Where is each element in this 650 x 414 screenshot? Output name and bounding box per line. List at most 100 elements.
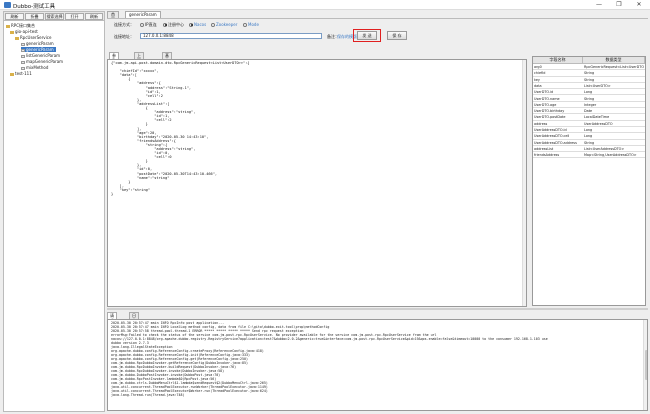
log-text[interactable]: 2020-05-30 20:57:47 main INFO RpcInfo po…	[111, 321, 548, 397]
log-scroll-thumb[interactable]	[644, 350, 647, 380]
reload-button[interactable]: 刷新	[85, 13, 103, 20]
app-icon	[4, 2, 11, 8]
field-name-cell: friendsAddress	[534, 153, 560, 158]
folder-icon	[10, 30, 14, 34]
log-pane[interactable]: 2020-05-30 20:57:47 main INFO RpcInfo po…	[107, 319, 648, 411]
field-name-header: 字段名称	[533, 57, 583, 64]
data-type-cell: String	[584, 140, 595, 145]
open-button[interactable]: 打开	[65, 13, 84, 20]
tree-item-method[interactable]: mixMethod	[21, 65, 48, 70]
radio-mode[interactable]	[243, 22, 247, 27]
log-line: java.lang.Thread.run(Thread.java:748)	[111, 393, 185, 397]
refresh-button[interactable]: 刷新	[5, 13, 24, 20]
tab-basic-info[interactable]: 基本信息	[162, 52, 172, 73]
field-name-cell: UserAddressDTO.address	[534, 140, 577, 145]
method-icon	[21, 60, 25, 64]
mode-label: 连接方式：	[114, 22, 134, 27]
tab-param-settings[interactable]: 参数设置	[109, 52, 119, 73]
field-name-cell: UserDTO.postDate	[534, 115, 566, 120]
minimize-icon[interactable]: —	[590, 0, 608, 10]
search-select-button[interactable]: 搜索选择	[45, 13, 64, 20]
close-icon[interactable]: ✕	[630, 0, 648, 10]
tab-context-info[interactable]: 上下文信息	[134, 52, 144, 78]
radio-ip-direct-label: IP直连	[145, 22, 157, 27]
maximize-icon[interactable]: ❐	[610, 0, 628, 10]
data-type-cell: String	[584, 77, 595, 82]
field-name-cell: chiefId	[534, 71, 546, 76]
tree-item-method[interactable]: mapGenericParam	[21, 59, 63, 64]
collapse-button[interactable]: 折叠	[25, 13, 44, 20]
table-row[interactable]: friendsAddress Map<String,UserAddressDTO>	[533, 152, 645, 159]
param-editor[interactable]: {"com.jm.api.post.domain.dto.RpcGenericR…	[107, 59, 527, 307]
code-line: }	[111, 192, 114, 196]
log-line: nacos://127.0.0.1:8848/org.apache.dubbo.…	[111, 337, 548, 341]
address-label: 连接地址：	[114, 34, 134, 39]
tab-home[interactable]: 首 页	[107, 11, 119, 22]
data-type-cell: UserAddressDTO	[584, 121, 613, 126]
tree-item-rpc-user-service[interactable]: RpcUserService	[15, 35, 51, 40]
main-panel: 首 页 genericParam 连接方式： IP直连 注册中心 Nacos Z…	[107, 11, 648, 412]
radio-nacos-label: Nacos	[194, 22, 207, 27]
folder-icon	[6, 24, 10, 28]
field-name-cell: UserDTO.id	[534, 90, 554, 95]
tree-item-method[interactable]: listGenericParam	[21, 53, 60, 58]
address-input[interactable]: 127.0.0.1:8848	[140, 33, 322, 39]
method-icon	[21, 54, 25, 58]
tree-item-method-selected[interactable]: genericParam	[21, 47, 56, 52]
field-name-cell: address	[534, 121, 548, 126]
connection-form: 连接方式： IP直连 注册中心 Nacos Zookeeper Mode 连接地…	[107, 18, 648, 51]
radio-zookeeper[interactable]	[211, 22, 215, 27]
data-type-cell: List<UserDTO>	[584, 83, 611, 88]
field-name-cell: data	[534, 83, 542, 88]
data-type-cell: String	[584, 71, 595, 76]
param-json-text[interactable]: {"com.jm.api.post.domain.dto.RpcGenericR…	[111, 61, 249, 196]
method-icon	[21, 48, 25, 52]
tab-generic-param[interactable]: genericParam	[125, 11, 161, 18]
tab-request-result[interactable]: 请求结果	[107, 312, 117, 333]
field-name-cell: UserDTO.name	[534, 96, 560, 101]
field-name-cell: UserAddressDTO.cell	[534, 134, 570, 139]
data-type-cell: Date	[584, 109, 593, 114]
editor-scrollbar[interactable]	[522, 60, 526, 306]
field-name-cell: key	[534, 77, 540, 82]
data-type-cell: List<UserAddressDTO>	[584, 146, 625, 151]
data-type-cell: Integer	[584, 102, 597, 107]
data-type-cell: RpcGenericRequest<List<UserDTO>>	[584, 65, 644, 69]
radio-mode-label: Mode	[248, 22, 259, 27]
log-scrollbar[interactable]	[643, 320, 647, 410]
data-type-cell: Long	[584, 128, 593, 132]
data-type-header: 数据类型	[583, 57, 645, 64]
tree-item-method[interactable]: genericParam	[21, 41, 54, 46]
left-toolbar: 刷新 折叠 搜索选择 打开 刷新	[4, 12, 104, 21]
field-name-cell: UserDTO.age	[534, 102, 557, 107]
title-bar: Dubbo-测试工具 — ❐ ✕	[0, 0, 650, 10]
save-button[interactable]: 保 存	[387, 31, 407, 40]
split-divider[interactable]	[107, 308, 648, 310]
field-name-cell: UserAddressDTO.id	[534, 128, 567, 132]
data-type-cell: Long	[584, 90, 593, 95]
data-type-cell: LocalDateTime	[584, 115, 610, 120]
radio-ip-direct[interactable]	[140, 22, 144, 27]
field-table: 字段名称 数据类型 arg0 RpcGenericRequest<List<Use…	[532, 56, 646, 306]
field-name-cell: arg0	[534, 65, 542, 69]
tree-root[interactable]: RPC接口集合	[6, 23, 35, 28]
app-title: Dubbo-测试工具	[13, 3, 56, 10]
radio-registry[interactable]	[163, 22, 167, 27]
field-name-cell: UserDTO.birthday	[534, 109, 565, 114]
tree-item-test-111[interactable]: test-111	[10, 71, 32, 76]
field-name-cell: addressList	[534, 146, 554, 151]
radio-nacos[interactable]	[189, 22, 193, 27]
radio-registry-label: 注册中心	[168, 22, 184, 27]
code-line: {"com.jm.api.post.domain.dto.RpcGenericR…	[111, 61, 250, 65]
left-panel: 刷新 折叠 搜索选择 打开 刷新 RPC接口集合 gio-api-test Rp…	[3, 11, 105, 412]
folder-icon	[10, 72, 14, 76]
radio-zookeeper-label: Zookeeper	[216, 22, 238, 27]
method-icon	[21, 66, 25, 70]
method-icon	[21, 42, 25, 46]
tab-log-info[interactable]: 日志信息	[129, 312, 139, 333]
data-type-cell: Long	[584, 134, 593, 139]
folder-icon	[15, 36, 19, 40]
data-type-cell: Map<String,UserAddressDTO>	[584, 153, 637, 158]
send-button[interactable]: 发 送	[357, 31, 377, 40]
tree-item-gio-api-test[interactable]: gio-api-test	[10, 29, 38, 34]
